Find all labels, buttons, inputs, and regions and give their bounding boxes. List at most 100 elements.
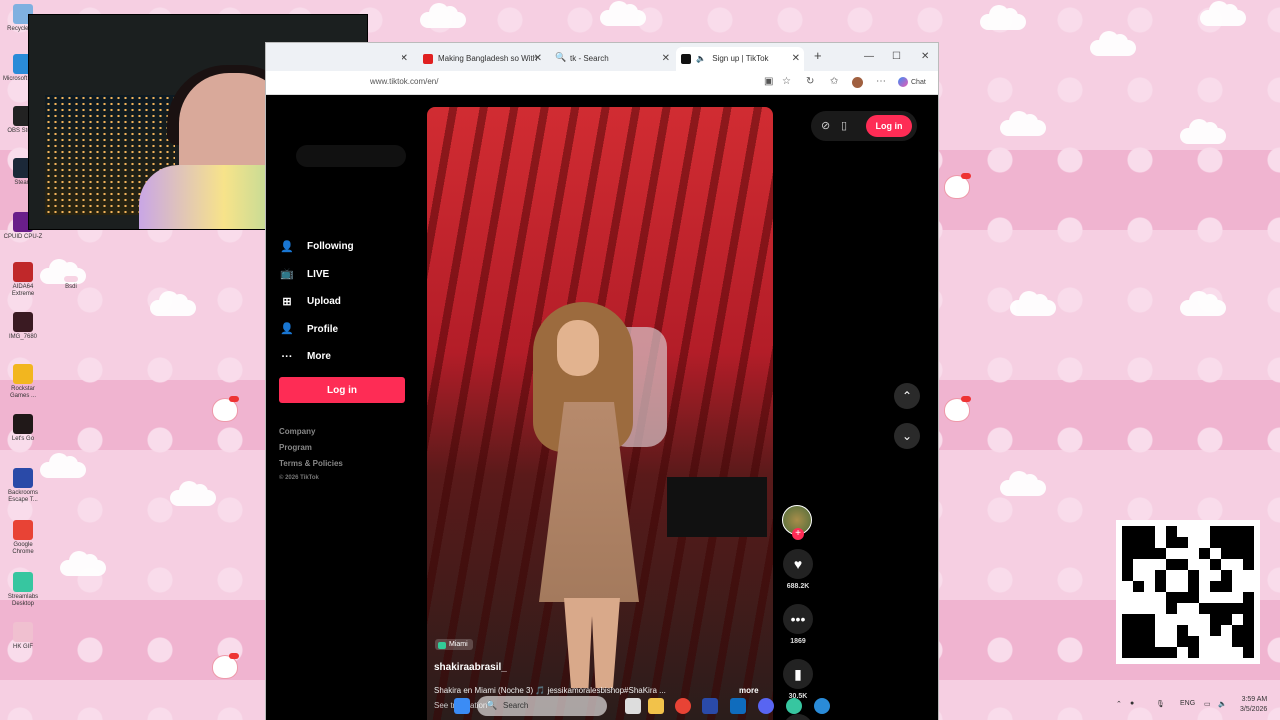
desktop-icon[interactable]: Google Chrome (2, 520, 44, 556)
network-icon[interactable]: ▭ (1204, 700, 1211, 708)
menu-dots-icon[interactable]: ⋯ (876, 76, 886, 87)
tab-close-prev[interactable]: ✕ (402, 47, 412, 71)
qr-module (1210, 548, 1221, 559)
language-indicator[interactable]: ENG (1180, 700, 1195, 707)
favorite-star-icon[interactable]: ☆ (782, 76, 791, 87)
qr-module (1177, 537, 1188, 548)
taskbar-search[interactable]: 🔍 Search (477, 696, 607, 716)
tab-close-icon[interactable]: ✕ (662, 53, 670, 64)
qr-module (1221, 581, 1232, 592)
refresh-icon[interactable]: ↻ (806, 76, 814, 87)
location-tag[interactable]: Miami (435, 639, 473, 650)
microphone-icon[interactable]: 🎙 (1156, 700, 1165, 708)
tab-youtube[interactable]: Making Bangladesh so With ✕ (418, 47, 546, 71)
outlook-icon[interactable] (730, 698, 746, 714)
sidebar-item-profile[interactable]: 👤 Profile (280, 316, 410, 344)
url-field[interactable]: www.tiktok.com/en/ (370, 77, 438, 86)
task-view-icon[interactable] (625, 698, 641, 714)
tab-close-icon[interactable]: ✕ (792, 53, 800, 64)
footer-link-terms[interactable]: Terms & Policies (279, 459, 343, 468)
app-icon[interactable] (702, 698, 718, 714)
qr-module (1232, 581, 1243, 592)
previous-video-button[interactable]: ⌃ (894, 383, 920, 409)
qr-module (1155, 548, 1166, 559)
top-login-button[interactable]: Log in (866, 115, 912, 137)
tab-view-icon[interactable]: ▣ (764, 76, 773, 87)
sidebar-item-live[interactable]: 📺 LIVE (280, 261, 410, 289)
qr-module (1133, 614, 1144, 625)
sidebar-item-following[interactable]: 👤 Following (280, 233, 410, 261)
chrome-icon[interactable] (675, 698, 691, 714)
maximize-button[interactable]: ☐ (892, 51, 901, 62)
desktop-icon[interactable]: IMG_7680 (2, 312, 44, 341)
heart-icon[interactable]: ♥ (783, 549, 813, 579)
close-window-button[interactable]: ✕ (921, 51, 929, 62)
top-controls: ⊘ ▯ Log in (811, 111, 917, 141)
tab-search[interactable]: 🔍 tk - Search ✕ (550, 47, 674, 71)
qr-module (1122, 625, 1133, 636)
copilot-chat-button[interactable]: Chat (898, 77, 926, 87)
video-author[interactable]: shakiraabrasil_ (434, 662, 507, 673)
qr-module (1133, 581, 1144, 592)
desktop-icon-hello-kitty[interactable]: Bsdi (50, 276, 92, 291)
desktop-icon[interactable]: Backrooms Escape T... (2, 468, 44, 504)
qr-module (1199, 603, 1210, 614)
qr-module (1243, 581, 1254, 592)
tab-tiktok[interactable]: 🔈 Sign up | TikTok ✕ (676, 47, 804, 71)
qr-pattern (1122, 526, 1254, 658)
sidebar-item-more[interactable]: ··· More (280, 343, 410, 371)
qr-module (1199, 614, 1210, 625)
bookmark-icon[interactable]: ▮ (783, 659, 813, 689)
app-icon (13, 572, 33, 592)
qr-module (1188, 559, 1199, 570)
comment-icon[interactable]: ••• (783, 604, 813, 634)
action-count: 1869 (790, 638, 806, 645)
tray-chevron-icon[interactable]: ⌃ (1116, 700, 1122, 708)
favorites-icon[interactable]: ✩ (830, 76, 838, 87)
creator-avatar[interactable]: + (782, 505, 812, 540)
next-video-button[interactable]: ⌄ (894, 423, 920, 449)
desktop-icon[interactable]: Rockstar Games ... (2, 364, 44, 400)
tab-close-icon[interactable]: ✕ (534, 53, 542, 64)
desktop-icon[interactable]: Streamlabs Desktop (2, 572, 44, 608)
windows-start-icon[interactable] (454, 698, 470, 714)
video-player[interactable]: Miami shakiraabrasil_ Shakira en Miami (… (427, 107, 773, 720)
qr-module (1144, 592, 1155, 603)
qr-module (1166, 636, 1177, 647)
volume-icon[interactable]: 🔈 (1218, 700, 1227, 708)
new-tab-button[interactable]: + (814, 48, 822, 63)
clock[interactable]: 3:59 AM 3/5/2026 (1240, 695, 1267, 715)
edge-icon[interactable] (814, 698, 830, 714)
speaker-icon[interactable]: 🔈 (696, 54, 706, 63)
qr-module (1199, 592, 1210, 603)
desktop-icon-label: Let's Go (11, 436, 35, 442)
desktop-icon[interactable]: AIDA64 Extreme (2, 262, 44, 298)
device-icon[interactable]: ▯ (841, 119, 847, 132)
sidebar-footer: Company Program Terms & Policies © 2026 … (279, 427, 343, 488)
qr-module (1122, 603, 1133, 614)
footer-link-company[interactable]: Company (279, 427, 343, 436)
sidebar-item-upload[interactable]: ⊞ Upload (280, 288, 410, 316)
qr-module (1166, 548, 1177, 559)
qr-module (1166, 570, 1177, 581)
qr-module (1155, 614, 1166, 625)
footer-link-program[interactable]: Program (279, 443, 343, 452)
desktop-icon[interactable]: Let's Go (2, 414, 44, 443)
streamlabs-icon[interactable] (786, 698, 802, 714)
follow-plus-icon[interactable]: + (792, 528, 804, 540)
tray-app-icon[interactable]: ● (1130, 700, 1134, 707)
sidebar-login-button[interactable]: Log in (279, 377, 405, 403)
qr-module (1221, 526, 1232, 537)
discord-icon[interactable] (758, 698, 774, 714)
following-icon: 👤 (280, 240, 294, 253)
more-icon: ··· (281, 350, 293, 363)
profile-avatar[interactable] (852, 77, 863, 88)
compass-icon[interactable]: ⊘ (821, 119, 830, 132)
file-explorer-icon[interactable] (648, 698, 664, 714)
desktop-icon-label: Backrooms Escape T... (7, 490, 38, 503)
minimize-button[interactable]: — (864, 51, 874, 62)
desktop-icon[interactable]: HK GIF (2, 622, 44, 651)
qr-module (1210, 537, 1221, 548)
search-bar[interactable] (296, 145, 406, 167)
sidebar-item-label: More (307, 351, 331, 363)
